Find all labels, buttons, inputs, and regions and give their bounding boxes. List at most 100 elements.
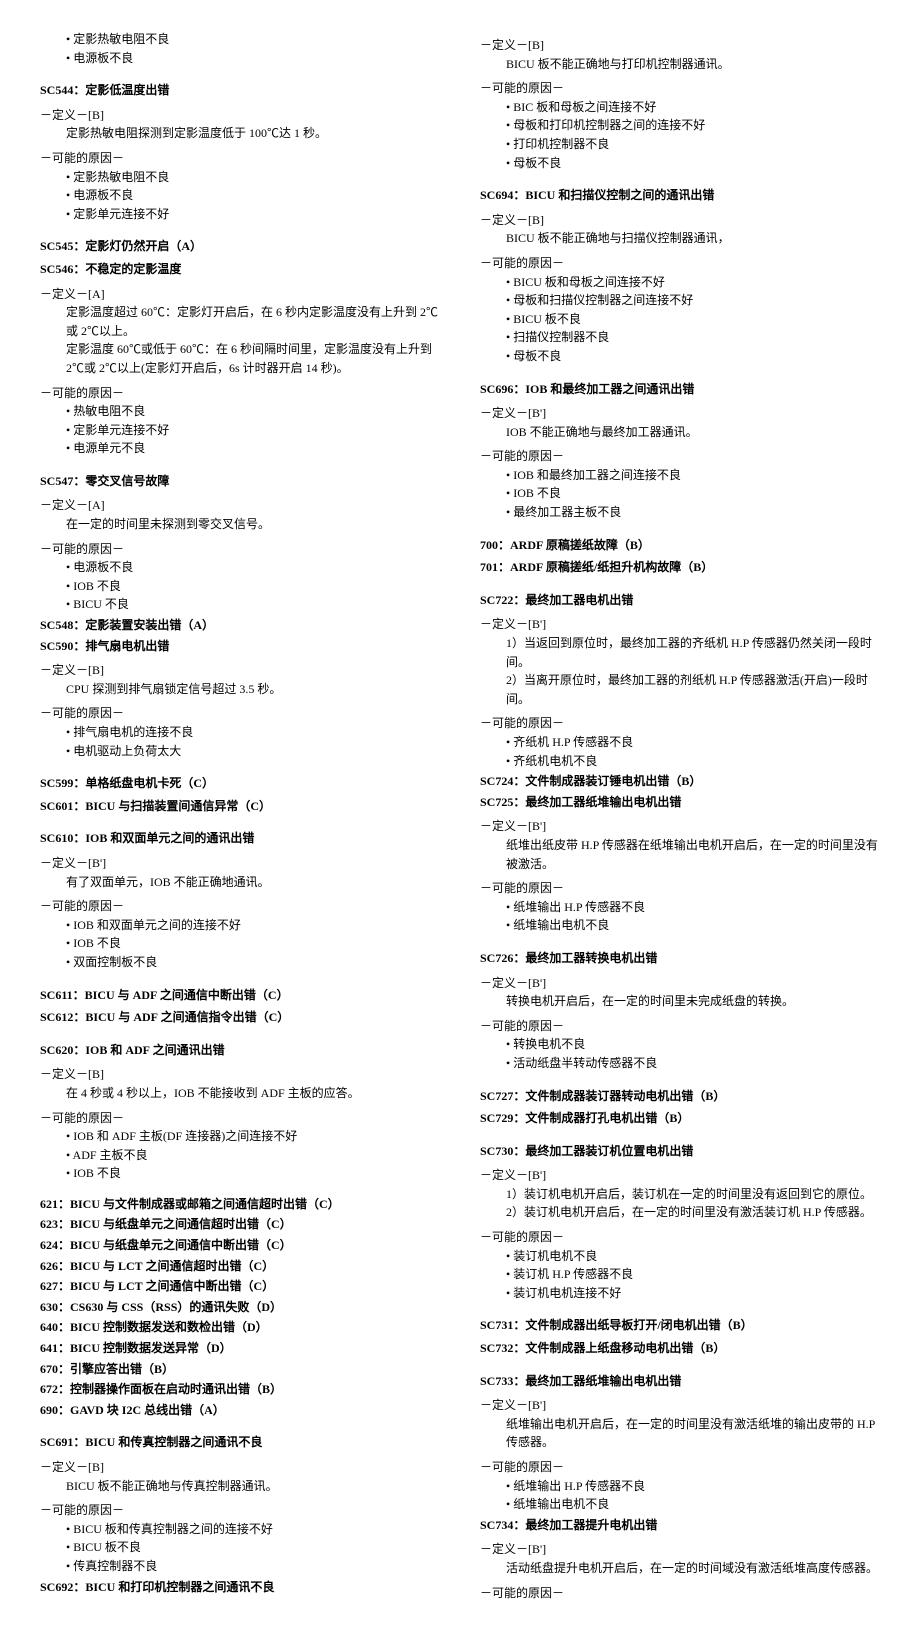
cause-label: －可能的原因－ xyxy=(40,540,440,559)
cause-label: －可能的原因－ xyxy=(480,447,880,466)
sc700-title: 700：ARDF 原稿搓纸故障（B） xyxy=(480,536,880,555)
code-line: 627：BICU 与 LCT 之间通信中断出错（C） xyxy=(40,1277,440,1296)
cause-label: －可能的原因－ xyxy=(40,384,440,403)
bullet-item: BICU 板和传真控制器之间的连接不好 xyxy=(40,1520,440,1539)
sc726-title: SC726：最终加工器转换电机出错 xyxy=(480,949,880,968)
definition-text: 在 4 秒或 4 秒以上，IOB 不能接收到 ADF 主板的应答。 xyxy=(40,1084,440,1103)
definition-text: CPU 探测到排气扇锁定信号超过 3.5 秒。 xyxy=(40,680,440,699)
bullet-item: 定影热敏电阻不良 xyxy=(40,30,440,49)
bullet-item: 纸堆输出 H.P 传感器不良 xyxy=(480,898,880,917)
sc590-title: SC590：排气扇电机出错 xyxy=(40,637,440,656)
bullet-item: IOB 不良 xyxy=(40,1164,440,1183)
cause-label: －可能的原因－ xyxy=(480,254,880,273)
cause-label: －可能的原因－ xyxy=(40,897,440,916)
definition-label: －定义－[B'] xyxy=(480,1166,880,1185)
cause-label: －可能的原因－ xyxy=(40,149,440,168)
bullet-item: BICU 板不良 xyxy=(40,1538,440,1557)
definition-text: 2）装订机电机开启后，在一定的时间里没有激活装订机 H.P 传感器。 xyxy=(480,1203,880,1222)
sc599-title: SC599：单格纸盘电机卡死（C） xyxy=(40,774,440,793)
page-columns: 定影热敏电阻不良 电源板不良 SC544：定影低温度出错 －定义－[B] 定影热… xyxy=(40,30,880,1602)
definition-text: IOB 不能正确地与最终加工器通讯。 xyxy=(480,423,880,442)
bullet-item: IOB 不良 xyxy=(40,934,440,953)
bullet-item: 齐纸机 H.P 传感器不良 xyxy=(480,733,880,752)
code-line: 630：CS630 与 CSS（RSS）的通讯失败（D） xyxy=(40,1298,440,1317)
cause-label: －可能的原因－ xyxy=(40,1109,440,1128)
bullet-item: 排气扇电机的连接不良 xyxy=(40,723,440,742)
bullet-item: BICU 不良 xyxy=(40,595,440,614)
definition-text: BICU 板不能正确地与扫描仪控制器通讯， xyxy=(480,229,880,248)
sc545-title: SC545：定影灯仍然开启（A） xyxy=(40,237,440,256)
definition-text: 转换电机开启后，在一定的时间里未完成纸盘的转换。 xyxy=(480,992,880,1011)
code-line: 626：BICU 与 LCT 之间通信超时出错（C） xyxy=(40,1257,440,1276)
bullet-item: 纸堆输出电机不良 xyxy=(480,1495,880,1514)
sc601-title: SC601：BICU 与扫描装置间通信异常（C） xyxy=(40,797,440,816)
bullet-item: 母板不良 xyxy=(480,347,880,366)
definition-text: 活动纸盘提升电机开启后，在一定的时间域没有激活纸堆高度传感器。 xyxy=(480,1559,880,1578)
code-line: 640：BICU 控制数据发送和数检出错（D） xyxy=(40,1318,440,1337)
cause-label: －可能的原因－ xyxy=(480,879,880,898)
bullet-item: 纸堆输出 H.P 传感器不良 xyxy=(480,1477,880,1496)
bullet-item: 电源板不良 xyxy=(40,49,440,68)
bullet-item: BICU 板不良 xyxy=(480,310,880,329)
cause-label: －可能的原因－ xyxy=(480,1017,880,1036)
definition-text: 2）当离开原位时，最终加工器的剂纸机 H.P 传感器激活(开启)一段时间。 xyxy=(480,671,880,708)
definition-label: －定义－[B] xyxy=(40,1065,440,1084)
bullet-item: 定影单元连接不好 xyxy=(40,205,440,224)
definition-label: －定义－[B'] xyxy=(40,854,440,873)
code-line: 623：BICU 与纸盘单元之间通信超时出错（C） xyxy=(40,1215,440,1234)
bullet-item: 双面控制板不良 xyxy=(40,953,440,972)
bullet-item: IOB 和 ADF 主板(DF 连接器)之间连接不好 xyxy=(40,1127,440,1146)
definition-label: －定义－[B] xyxy=(480,211,880,230)
sc692-title: SC692：BICU 和打印机控制器之间通讯不良 xyxy=(40,1578,440,1597)
right-column: －定义－[B] BICU 板不能正确地与打印机控制器通讯。 －可能的原因－ BI… xyxy=(480,30,880,1602)
definition-text: 在一定的时间里未探测到零交叉信号。 xyxy=(40,515,440,534)
definition-label: －定义－[B'] xyxy=(480,817,880,836)
sc734-title: SC734：最终加工器提升电机出错 xyxy=(480,1516,880,1535)
sc724-title: SC724：文件制成器装订锤电机出错（B） xyxy=(480,772,880,791)
definition-text: 有了双面单元，IOB 不能正确地通讯。 xyxy=(40,873,440,892)
bullet-item: 装订机电机不良 xyxy=(480,1247,880,1266)
sc722-title: SC722：最终加工器电机出错 xyxy=(480,591,880,610)
cause-label: －可能的原因－ xyxy=(480,1458,880,1477)
bullet-item: 母板和扫描仪控制器之间连接不好 xyxy=(480,291,880,310)
definition-text: 1）装订机电机开启后，装订机在一定的时间里没有返回到它的原位。 xyxy=(480,1185,880,1204)
cause-label: －可能的原因－ xyxy=(480,79,880,98)
definition-text: 定影温度超过 60℃：定影灯开启后，在 6 秒内定影温度没有上升到 2℃或 2℃… xyxy=(40,303,440,340)
sc546-title: SC546：不稳定的定影温度 xyxy=(40,260,440,279)
sc727-title: SC727：文件制成器装订器转动电机出错（B） xyxy=(480,1087,880,1106)
sc620-title: SC620：IOB 和 ADF 之间通讯出错 xyxy=(40,1041,440,1060)
code-line: 641：BICU 控制数据发送异常（D） xyxy=(40,1339,440,1358)
code-line: 621：BICU 与文件制成器或邮箱之间通信超时出错（C） xyxy=(40,1195,440,1214)
sc725-title: SC725：最终加工器纸堆输出电机出错 xyxy=(480,793,880,812)
bullet-item: 电源单元不良 xyxy=(40,439,440,458)
bullet-item: 装订机电机连接不好 xyxy=(480,1284,880,1303)
bullet-item: 母板和打印机控制器之间的连接不好 xyxy=(480,116,880,135)
left-column: 定影热敏电阻不良 电源板不良 SC544：定影低温度出错 －定义－[B] 定影热… xyxy=(40,30,440,1602)
sc730-title: SC730：最终加工器装订机位置电机出错 xyxy=(480,1142,880,1161)
sc548-title: SC548：定影装置安装出错（A） xyxy=(40,616,440,635)
definition-label: －定义－[A] xyxy=(40,285,440,304)
sc696-title: SC696：IOB 和最终加工器之间通讯出错 xyxy=(480,380,880,399)
bullet-item: 扫描仪控制器不良 xyxy=(480,328,880,347)
bullet-item: 热敏电阻不良 xyxy=(40,402,440,421)
sc729-title: SC729：文件制成器打孔电机出错（B） xyxy=(480,1109,880,1128)
bullet-item: BIC 板和母板之间连接不好 xyxy=(480,98,880,117)
sc701-title: 701：ARDF 原稿搓纸/纸担升机构故障（B） xyxy=(480,558,880,577)
bullet-item: 定影热敏电阻不良 xyxy=(40,168,440,187)
definition-label: －定义－[A] xyxy=(40,496,440,515)
bullet-item: 电源板不良 xyxy=(40,558,440,577)
cause-label: －可能的原因－ xyxy=(40,1501,440,1520)
definition-label: －定义－[B'] xyxy=(480,1540,880,1559)
bullet-item: 定影单元连接不好 xyxy=(40,421,440,440)
code-line: 672：控制器操作面板在启动时通讯出错（B） xyxy=(40,1380,440,1399)
bullet-item: IOB 不良 xyxy=(40,577,440,596)
bullet-item: 母板不良 xyxy=(480,154,880,173)
definition-label: －定义－[B] xyxy=(40,661,440,680)
definition-text: 定影温度 60℃或低于 60℃：在 6 秒间隔时间里，定影温度没有上升到 2℃或… xyxy=(40,340,440,377)
bullet-item: IOB 和双面单元之间的连接不好 xyxy=(40,916,440,935)
definition-label: －定义－[B'] xyxy=(480,1396,880,1415)
definition-label: －定义－[B] xyxy=(40,1458,440,1477)
bullet-item: BICU 板和母板之间连接不好 xyxy=(480,273,880,292)
sc547-title: SC547：零交叉信号故障 xyxy=(40,472,440,491)
bullet-item: 打印机控制器不良 xyxy=(480,135,880,154)
